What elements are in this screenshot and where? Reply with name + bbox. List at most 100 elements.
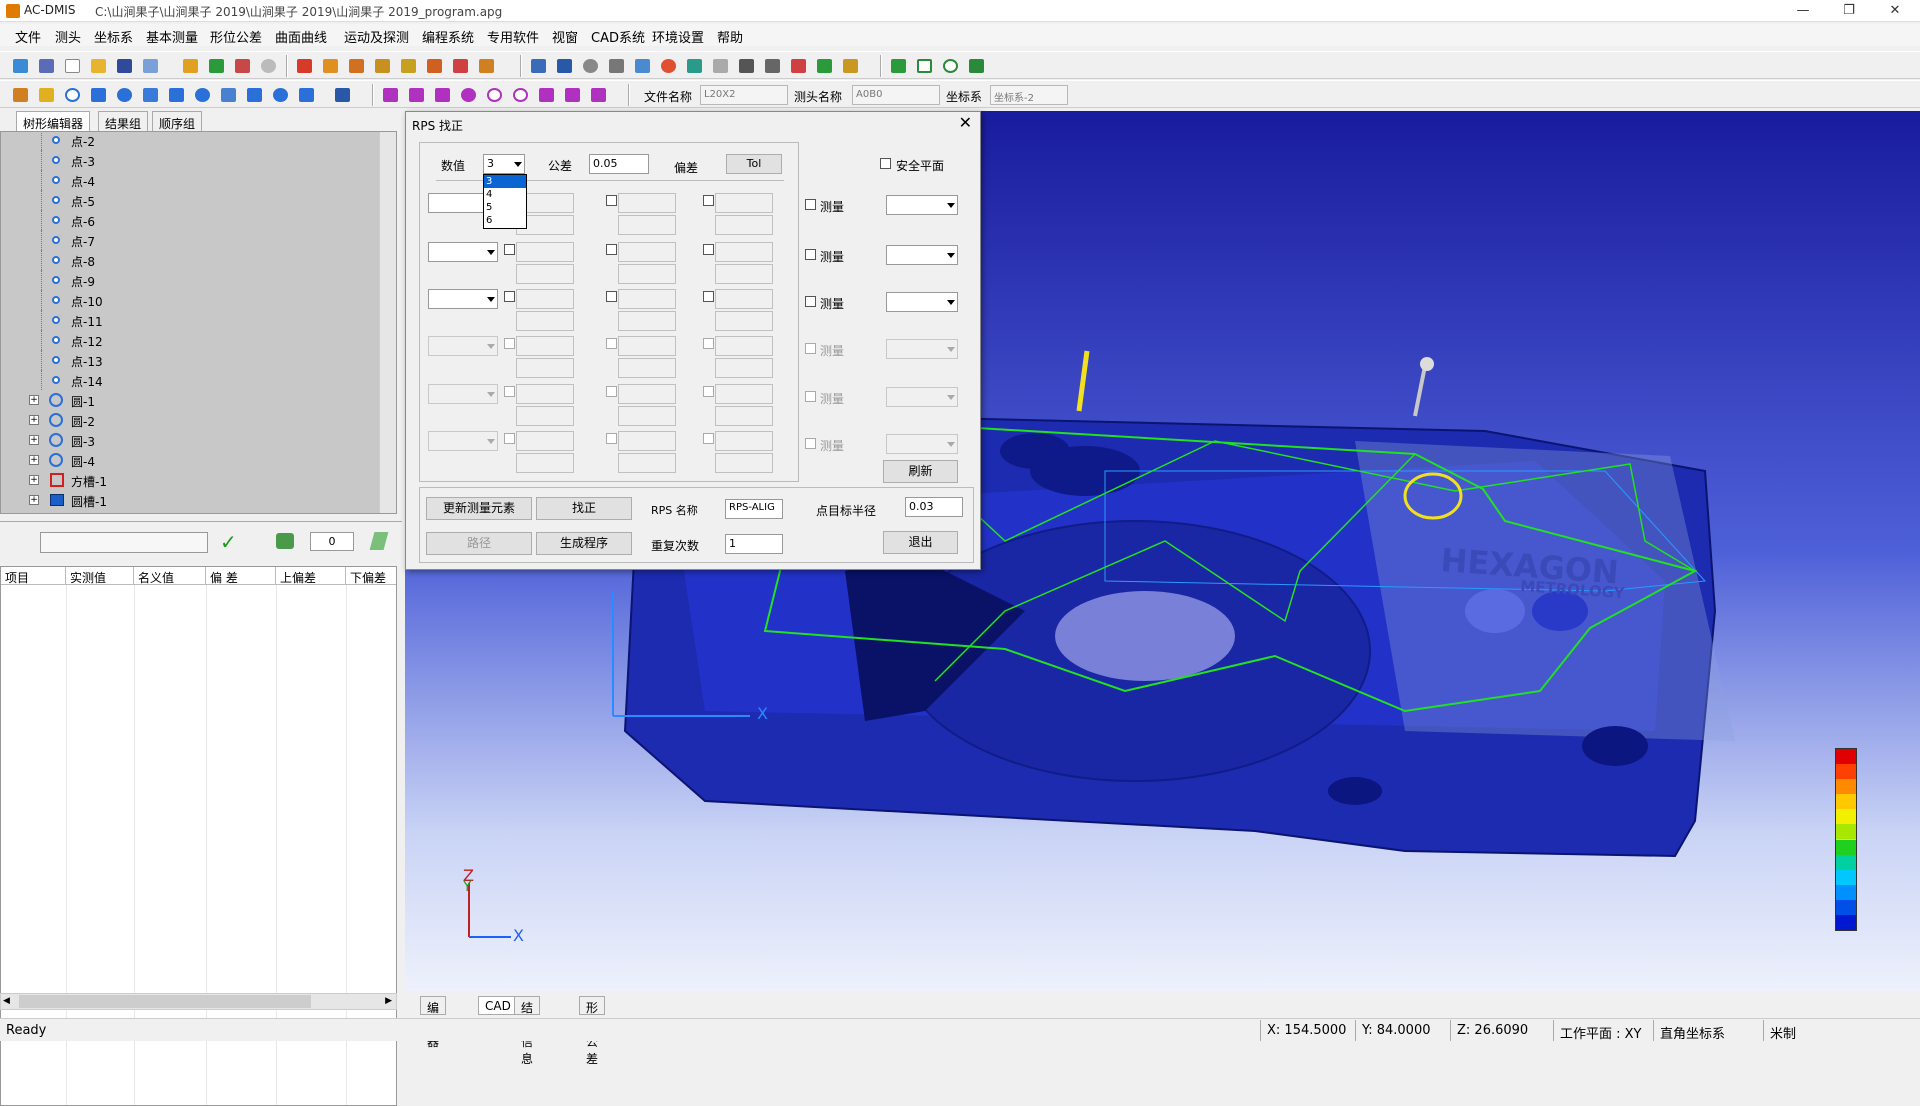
menu-probe[interactable]: 测头 [55,27,81,46]
align-button[interactable]: 找正 [536,497,632,520]
coord-field[interactable] [715,242,773,262]
menu-file[interactable]: 文件 [15,27,41,46]
dropdown-option[interactable]: 4 [484,188,526,201]
path-button[interactable]: 路径 [426,532,532,555]
slot-feature-icon[interactable] [244,85,265,105]
minimize-button[interactable]: — [1780,0,1826,22]
sphere-feature-icon[interactable] [192,85,213,105]
safe-plane-checkbox[interactable] [880,158,891,169]
coord-field[interactable] [618,358,676,378]
tool-icon[interactable] [424,56,445,76]
torus-feature-icon[interactable] [270,85,291,105]
report-icon[interactable] [232,56,253,76]
element-combo[interactable] [428,242,498,262]
concentricity-icon[interactable] [484,85,505,105]
tree-item-point[interactable]: 点-4 [1,170,381,190]
measure-combo[interactable] [886,339,958,359]
plane-feature-icon[interactable] [140,85,161,105]
measure-combo[interactable] [886,292,958,312]
perpendicularity-icon[interactable] [406,85,427,105]
copy-icon[interactable] [140,56,161,76]
arc-feature-icon[interactable] [88,85,109,105]
tree-item-point[interactable]: 点-3 [1,150,381,170]
measure-checkbox[interactable] [805,343,816,354]
dropdown-option[interactable]: 6 [484,214,526,227]
axis-checkbox[interactable] [606,291,617,302]
coord-field[interactable] [516,431,574,451]
tab-cad[interactable]: CAD [478,996,518,1015]
tab-sequence-group[interactable]: 顺序组 [152,111,203,131]
dropdown-option[interactable]: 5 [484,201,526,214]
tree-item-point[interactable]: 点-13 [1,350,381,370]
menu-environment[interactable]: 环境设置 [652,27,704,46]
horizontal-scrollbar[interactable]: ◀ ▶ [0,993,397,1010]
coord-field[interactable] [516,311,574,331]
stop-icon[interactable] [258,56,279,76]
probe-change-icon[interactable] [450,56,471,76]
load-icon[interactable] [554,56,575,76]
tree-item-square-slot[interactable]: + 方槽-1 [1,470,381,490]
coord-field[interactable] [715,193,773,213]
measure-combo[interactable] [886,195,958,215]
point-count-field[interactable]: 0 [310,532,354,551]
axis-checkbox[interactable] [703,386,714,397]
rect-tool-icon[interactable] [914,56,935,76]
coord-field[interactable] [715,336,773,356]
align-icon[interactable] [320,56,341,76]
axis-checkbox[interactable] [703,244,714,255]
tree-item-point[interactable]: 点-7 [1,230,381,250]
tree-item-point[interactable]: 点-11 [1,310,381,330]
coord-field[interactable] [618,336,676,356]
repeat-count-input[interactable]: 1 [725,534,783,554]
tab-tree-editor[interactable]: 树形编辑器 [16,111,91,131]
menu-gd-t[interactable]: 形位公差 [210,27,262,46]
coord-field[interactable] [516,406,574,426]
coord-field[interactable] [715,289,773,309]
printer-icon[interactable] [606,56,627,76]
tree-item-point[interactable]: 点-5 [1,190,381,210]
coord-field[interactable] [618,406,676,426]
coord-field[interactable] [618,431,676,451]
restore-button[interactable]: ❐ [1826,0,1872,22]
coord-field[interactable] [715,453,773,473]
tree-item-point[interactable]: 点-8 [1,250,381,270]
measure-checkbox[interactable] [805,249,816,260]
expand-icon[interactable]: + [29,435,39,445]
tree-scrollbar[interactable] [379,132,396,513]
tree-item-circle[interactable]: + 圆-2 [1,410,381,430]
probe-name-field[interactable]: A0B0 [852,85,940,105]
axis-checkbox[interactable] [606,195,617,206]
axis-checkbox[interactable] [606,386,617,397]
open-program-icon[interactable] [36,56,57,76]
coord-system-field[interactable]: 坐标系-2 [990,85,1068,105]
target-radius-input[interactable]: 0.03 [905,497,963,517]
axis-checkbox[interactable] [504,386,515,397]
coord-field[interactable] [618,264,676,284]
new-file-icon[interactable] [10,56,31,76]
tree-item-point[interactable]: 点-12 [1,330,381,350]
coord-field[interactable] [516,242,574,262]
runout-icon[interactable] [562,85,583,105]
tol-button[interactable]: Tol [726,154,782,174]
coord-field[interactable] [516,384,574,404]
scroll-thumb[interactable] [19,995,311,1008]
menu-window[interactable]: 视窗 [552,27,578,46]
cone-feature-icon[interactable] [218,85,239,105]
circle-feature-icon[interactable] [62,85,83,105]
coord-field[interactable] [715,406,773,426]
axis-checkbox[interactable] [703,433,714,444]
table-icon[interactable] [840,56,861,76]
coord-field[interactable] [516,289,574,309]
tab-result-group[interactable]: 结果组 [98,111,149,131]
tree-item-point[interactable]: 点-14 [1,370,381,390]
expand-icon[interactable]: + [29,495,39,505]
parallelism-icon[interactable] [380,85,401,105]
coord-field[interactable] [516,264,574,284]
coord-field[interactable] [715,215,773,235]
measure-checkbox[interactable] [805,438,816,449]
angularity-icon[interactable] [432,85,453,105]
generate-program-button[interactable]: 生成程序 [536,532,632,555]
element-combo[interactable] [428,336,498,356]
tree-item-point[interactable]: 点-6 [1,210,381,230]
measure-checkbox[interactable] [805,199,816,210]
